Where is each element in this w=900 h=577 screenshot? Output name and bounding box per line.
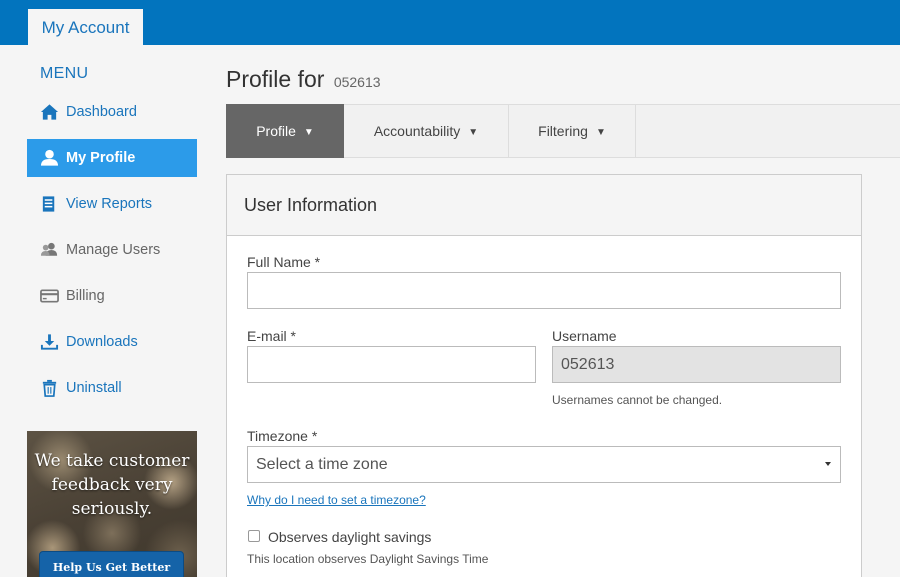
page-title: Profile for 052613 xyxy=(226,66,381,93)
username-label: Username xyxy=(552,328,617,344)
user-information-panel: User Information Full Name * E-mail * Us… xyxy=(226,174,862,577)
promo-text: We take customer feedback very seriously… xyxy=(34,451,190,519)
sidebar-item-uninstall[interactable]: Uninstall xyxy=(27,369,197,407)
tab-label: Accountability xyxy=(373,123,461,139)
sidebar-item-manage-users[interactable]: Manage Users xyxy=(27,231,197,269)
credit-card-icon xyxy=(40,289,59,303)
feedback-promo: We take customer feedback very seriously… xyxy=(27,431,197,577)
help-us-get-better-button[interactable]: Help Us Get Better xyxy=(39,551,184,577)
full-name-label: Full Name * xyxy=(247,254,321,270)
daylight-savings-help-text: This location observes Daylight Savings … xyxy=(247,552,489,566)
daylight-savings-label: Observes daylight savings xyxy=(268,529,432,545)
sidebar-item-label: Manage Users xyxy=(66,242,161,258)
sidebar-item-label: Uninstall xyxy=(66,380,122,396)
sidebar-item-view-reports[interactable]: View Reports xyxy=(27,185,197,223)
home-icon xyxy=(40,104,59,120)
trash-icon xyxy=(42,379,57,397)
sidebar-item-label: Dashboard xyxy=(66,104,137,120)
username-help-text: Usernames cannot be changed. xyxy=(552,393,723,407)
tab-bar: Profile ▼ Accountability ▼ Filtering ▼ xyxy=(226,104,900,158)
email-label: E-mail * xyxy=(247,328,297,344)
caret-down-icon: ▼ xyxy=(303,127,314,138)
timezone-select[interactable]: Select a time zone xyxy=(247,446,841,483)
caret-down-icon: ▼ xyxy=(468,127,479,138)
page-title-username: 052613 xyxy=(333,74,381,90)
tab-profile[interactable]: Profile ▼ xyxy=(226,104,344,158)
top-bar: My Account xyxy=(0,0,900,45)
tab-label: Filtering xyxy=(538,123,588,139)
sidebar-item-label: Billing xyxy=(66,288,105,304)
full-name-input[interactable] xyxy=(247,272,841,309)
sidebar-item-label: Downloads xyxy=(66,334,138,350)
timezone-why-link[interactable]: Why do I need to set a timezone? xyxy=(247,493,426,507)
sidebar-item-label: My Profile xyxy=(66,150,136,166)
menu-title: MENU xyxy=(40,65,89,82)
tab-accountability[interactable]: Accountability ▼ xyxy=(344,104,509,158)
tab-label: Profile xyxy=(256,123,296,139)
download-icon xyxy=(40,334,59,350)
daylight-savings-checkbox[interactable] xyxy=(248,530,260,542)
timezone-selected-value: Select a time zone xyxy=(256,456,388,473)
sidebar-item-my-profile[interactable]: My Profile xyxy=(27,139,197,177)
page-title-text: Profile for xyxy=(226,66,325,92)
sidebar-item-dashboard[interactable]: Dashboard xyxy=(27,93,197,131)
username-input: 052613 xyxy=(552,346,841,383)
panel-heading: User Information xyxy=(227,175,861,236)
report-icon xyxy=(42,196,55,212)
sidebar-item-label: View Reports xyxy=(66,196,152,212)
tab-filtering[interactable]: Filtering ▼ xyxy=(509,104,636,158)
users-icon xyxy=(40,242,58,256)
sidebar-item-downloads[interactable]: Downloads xyxy=(27,323,197,361)
timezone-label: Timezone * xyxy=(247,428,318,444)
sidebar-item-billing[interactable]: Billing xyxy=(27,277,197,315)
caret-down-icon: ▼ xyxy=(595,127,606,138)
caret-down-icon xyxy=(825,462,831,466)
user-icon xyxy=(40,149,59,166)
email-input[interactable] xyxy=(247,346,536,383)
my-account-tab[interactable]: My Account xyxy=(28,9,143,45)
